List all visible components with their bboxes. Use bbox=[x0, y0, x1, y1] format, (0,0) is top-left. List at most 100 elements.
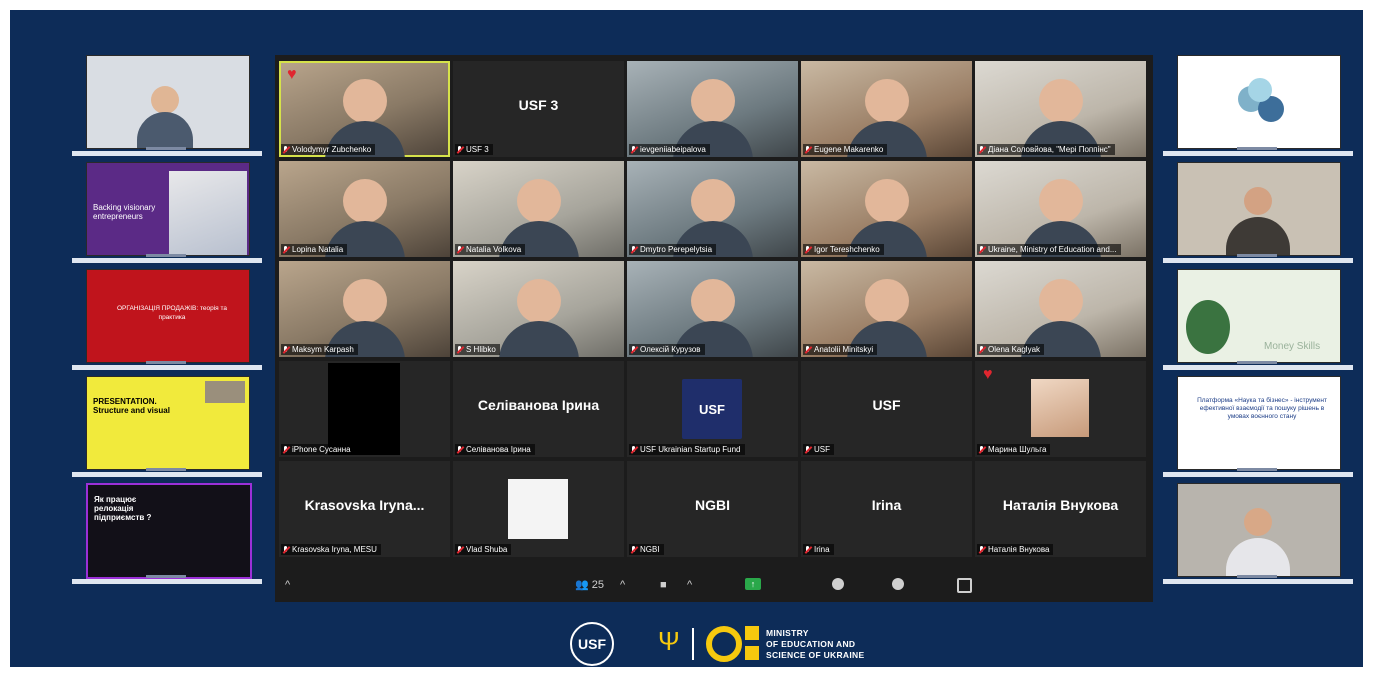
muted-mic-icon bbox=[283, 445, 289, 454]
muted-mic-icon bbox=[283, 245, 289, 254]
participant-video bbox=[324, 79, 405, 157]
participant-tile[interactable]: USF USF Ukrainian Startup Fund bbox=[627, 361, 798, 457]
participant-name-label: Селiванова Ірина bbox=[455, 444, 535, 455]
left-slide-thumb-2[interactable]: Backing visionary entrepreneurs bbox=[72, 162, 262, 269]
participant-tile[interactable]: ♥ Volodymyr Zubchenko bbox=[279, 61, 450, 157]
participant-tile[interactable]: Ukraine, Ministry of Education and... bbox=[975, 161, 1146, 257]
participant-display-name: NGBI bbox=[695, 497, 730, 513]
chevron-up-icon[interactable]: ^ bbox=[285, 578, 290, 592]
left-slide-thumb-4[interactable]: PRESENTATION. Structure and visual bbox=[72, 376, 262, 483]
participant-video bbox=[846, 279, 927, 357]
participant-video bbox=[1020, 79, 1101, 157]
muted-mic-icon bbox=[805, 545, 811, 554]
participant-tile[interactable]: ievgeniiabeipalova bbox=[627, 61, 798, 157]
participant-name-label: Eugene Makarenko bbox=[803, 144, 888, 155]
participant-video bbox=[1020, 279, 1101, 357]
slide-title: Як працює релокація підприємств ? bbox=[94, 495, 152, 522]
right-slide-thumb-2[interactable] bbox=[1163, 162, 1353, 269]
slide-title: Платформа «Наука та бізнес» - інструмент… bbox=[1197, 397, 1327, 420]
slide-progress bbox=[1163, 254, 1353, 263]
participant-name: USF 3 bbox=[466, 145, 489, 154]
muted-mic-icon bbox=[805, 345, 811, 354]
fullscreen-icon[interactable] bbox=[957, 578, 972, 593]
muted-mic-icon bbox=[979, 345, 985, 354]
participant-name: USF Ukrainian Startup Fund bbox=[640, 445, 741, 454]
participant-name-label: Maksym Karpash bbox=[281, 344, 358, 355]
participant-tile[interactable]: Olena Kaglyak bbox=[975, 261, 1146, 357]
participant-name-label: Volodymyr Zubchenko bbox=[281, 144, 376, 155]
participant-name: Volodymyr Zubchenko bbox=[292, 145, 372, 154]
participant-tile[interactable]: USF USF bbox=[801, 361, 972, 457]
participant-name: Olena Kaglyak bbox=[988, 345, 1041, 354]
record-button[interactable] bbox=[832, 578, 844, 590]
participant-name: Natalia Volkova bbox=[466, 245, 522, 254]
left-slide-thumb-3[interactable]: ОРГАНІЗАЦІЯ ПРОДАЖІВ: теорія та практика bbox=[72, 269, 262, 376]
participant-tile[interactable]: Igor Tereshchenko bbox=[801, 161, 972, 257]
participant-tile[interactable]: ♥ Марина Шульга bbox=[975, 361, 1146, 457]
participant-tile[interactable]: Krasovska Iryna... Krasovska Iryna, MESU bbox=[279, 461, 450, 557]
muted-mic-icon bbox=[631, 345, 637, 354]
participant-tile[interactable]: Irina Irina bbox=[801, 461, 972, 557]
participant-video bbox=[672, 279, 753, 357]
ministry-text: MINISTRY OF EDUCATION AND SCIENCE OF UKR… bbox=[766, 628, 865, 660]
participant-display-name: Наталiя Внукова bbox=[1002, 497, 1119, 513]
usf-logo: USF bbox=[570, 622, 614, 666]
right-slide-thumb-3[interactable]: Money Skills bbox=[1163, 269, 1353, 376]
participant-name: Irina bbox=[814, 545, 830, 554]
left-slide-thumb-1[interactable] bbox=[72, 55, 262, 162]
slide-progress bbox=[72, 575, 262, 584]
participant-name: iPhone Сусанна bbox=[292, 445, 351, 454]
trident-icon: Ψ bbox=[658, 626, 680, 656]
participant-name-label: Dmytro Perepelytsia bbox=[629, 244, 717, 255]
slide-progress bbox=[72, 147, 262, 156]
slide-title: ОРГАНІЗАЦІЯ ПРОДАЖІВ: теорія та практика bbox=[117, 305, 227, 321]
chevron-up-icon[interactable]: ^ bbox=[687, 578, 692, 592]
participant-tile[interactable]: Селiванова Ірина Селiванова Ірина bbox=[453, 361, 624, 457]
participant-name: Dmytro Perepelytsia bbox=[640, 245, 713, 254]
participant-tile[interactable]: Dmytro Perepelytsia bbox=[627, 161, 798, 257]
muted-mic-icon bbox=[457, 245, 463, 254]
participant-tile[interactable]: Наталiя Внукова Наталiя Внукова bbox=[975, 461, 1146, 557]
slide-progress bbox=[1163, 575, 1353, 584]
participant-tile[interactable]: Дiана Соловйова, "Мерi Поппiнс" bbox=[975, 61, 1146, 157]
right-slide-thumb-1[interactable] bbox=[1163, 55, 1353, 162]
slide-progress bbox=[72, 361, 262, 370]
participant-name-label: Олексiй Курузов bbox=[629, 344, 705, 355]
muted-mic-icon bbox=[631, 545, 637, 554]
muted-mic-icon bbox=[631, 245, 637, 254]
share-screen-button[interactable]: ↑ bbox=[745, 578, 761, 590]
participant-tile[interactable]: Олексiй Курузов bbox=[627, 261, 798, 357]
participant-display-name: Селiванова Ірина bbox=[477, 397, 600, 413]
muted-mic-icon bbox=[631, 145, 637, 154]
participant-tile[interactable]: USF 3 USF 3 bbox=[453, 61, 624, 157]
right-slide-thumb-5[interactable] bbox=[1163, 483, 1353, 590]
chevron-up-icon[interactable]: ^ bbox=[620, 578, 625, 592]
divider bbox=[692, 628, 694, 660]
chat-icon[interactable]: ■ bbox=[660, 578, 667, 592]
participant-tile[interactable]: Lopina Natalia bbox=[279, 161, 450, 257]
participant-video bbox=[324, 279, 405, 357]
reactions-button[interactable] bbox=[892, 578, 904, 590]
participant-name: Марина Шульга bbox=[988, 445, 1047, 454]
slide-progress bbox=[1163, 147, 1353, 156]
participant-tile[interactable]: Maksym Karpash bbox=[279, 261, 450, 357]
heart-reaction-icon: ♥ bbox=[983, 366, 993, 383]
participant-tile[interactable]: S Hlibko bbox=[453, 261, 624, 357]
video-conference-window: ♥ Volodymyr Zubchenko USF 3 USF 3 ievgeniiab… bbox=[275, 55, 1153, 602]
participant-name: Maksym Karpash bbox=[292, 345, 354, 354]
right-slide-thumb-4[interactable]: Платформа «Наука та бізнес» - інструмент… bbox=[1163, 376, 1353, 483]
participant-tile[interactable]: iPhone Сусанна bbox=[279, 361, 450, 457]
participant-name: Селiванова Ірина bbox=[466, 445, 531, 454]
participant-tile[interactable]: Anatolii Minitskyi bbox=[801, 261, 972, 357]
slide-progress bbox=[1163, 468, 1353, 477]
participant-name: ievgeniiabeipalova bbox=[640, 145, 706, 154]
participant-video bbox=[498, 179, 579, 257]
participant-tile[interactable]: Vlad Shuba bbox=[453, 461, 624, 557]
participant-tile[interactable]: Eugene Makarenko bbox=[801, 61, 972, 157]
participant-tile[interactable]: Natalia Volkova bbox=[453, 161, 624, 257]
participants-button[interactable]: 👥 25 bbox=[575, 578, 604, 592]
left-slide-thumb-5[interactable]: Як працює релокація підприємств ? bbox=[72, 483, 262, 590]
speaker-avatar bbox=[151, 86, 179, 114]
participant-tile[interactable]: NGBI NGBI bbox=[627, 461, 798, 557]
usf-logo: USF bbox=[682, 379, 742, 439]
